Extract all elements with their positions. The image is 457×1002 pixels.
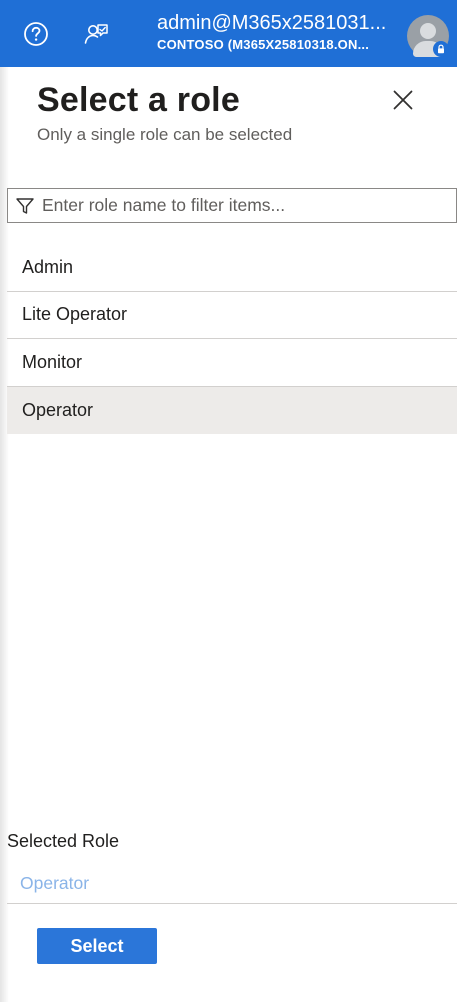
divider <box>7 903 457 904</box>
role-item-admin[interactable]: Admin <box>7 244 457 292</box>
role-item-label: Operator <box>22 399 94 420</box>
role-filter-input[interactable] <box>42 189 456 222</box>
role-item-label: Admin <box>22 256 74 277</box>
help-icon <box>24 22 48 46</box>
help-button[interactable] <box>16 14 56 54</box>
avatar-head <box>420 23 436 39</box>
filter-icon <box>8 196 42 216</box>
role-item-label: Lite Operator <box>22 304 128 325</box>
account-info[interactable]: admin@M365x2581031... CONTOSO (M365X2581… <box>157 11 397 54</box>
panel-subtitle: Only a single role can be selected <box>37 125 293 144</box>
select-role-panel: Select a role Only a single role can be … <box>0 67 457 1002</box>
top-bar: admin@M365x2581031... CONTOSO (M365X2581… <box>0 0 457 67</box>
lock-icon <box>433 41 449 57</box>
role-item-monitor[interactable]: Monitor <box>7 339 457 387</box>
panel-title: Select a role <box>37 81 240 119</box>
role-filter[interactable] <box>7 188 457 223</box>
role-item-lite-operator[interactable]: Lite Operator <box>7 292 457 339</box>
avatar[interactable] <box>407 15 449 57</box>
account-email: admin@M365x2581031... <box>157 12 387 34</box>
role-item-operator[interactable]: Operator <box>7 386 457 434</box>
feedback-icon <box>84 24 108 44</box>
page: admin@M365x2581031... CONTOSO (M365X2581… <box>0 0 457 1002</box>
selected-role-label: Selected Role <box>7 831 120 851</box>
account-tenant: CONTOSO (M365X25810318.ON... <box>157 37 370 52</box>
close-button[interactable] <box>388 85 418 115</box>
role-item-label: Monitor <box>22 351 83 372</box>
feedback-button[interactable] <box>76 14 116 54</box>
role-list: Admin Lite Operator Monitor Operator <box>7 244 457 434</box>
select-button[interactable]: Select <box>37 928 157 964</box>
selected-role-value: Operator <box>20 873 90 893</box>
close-icon <box>393 90 413 110</box>
